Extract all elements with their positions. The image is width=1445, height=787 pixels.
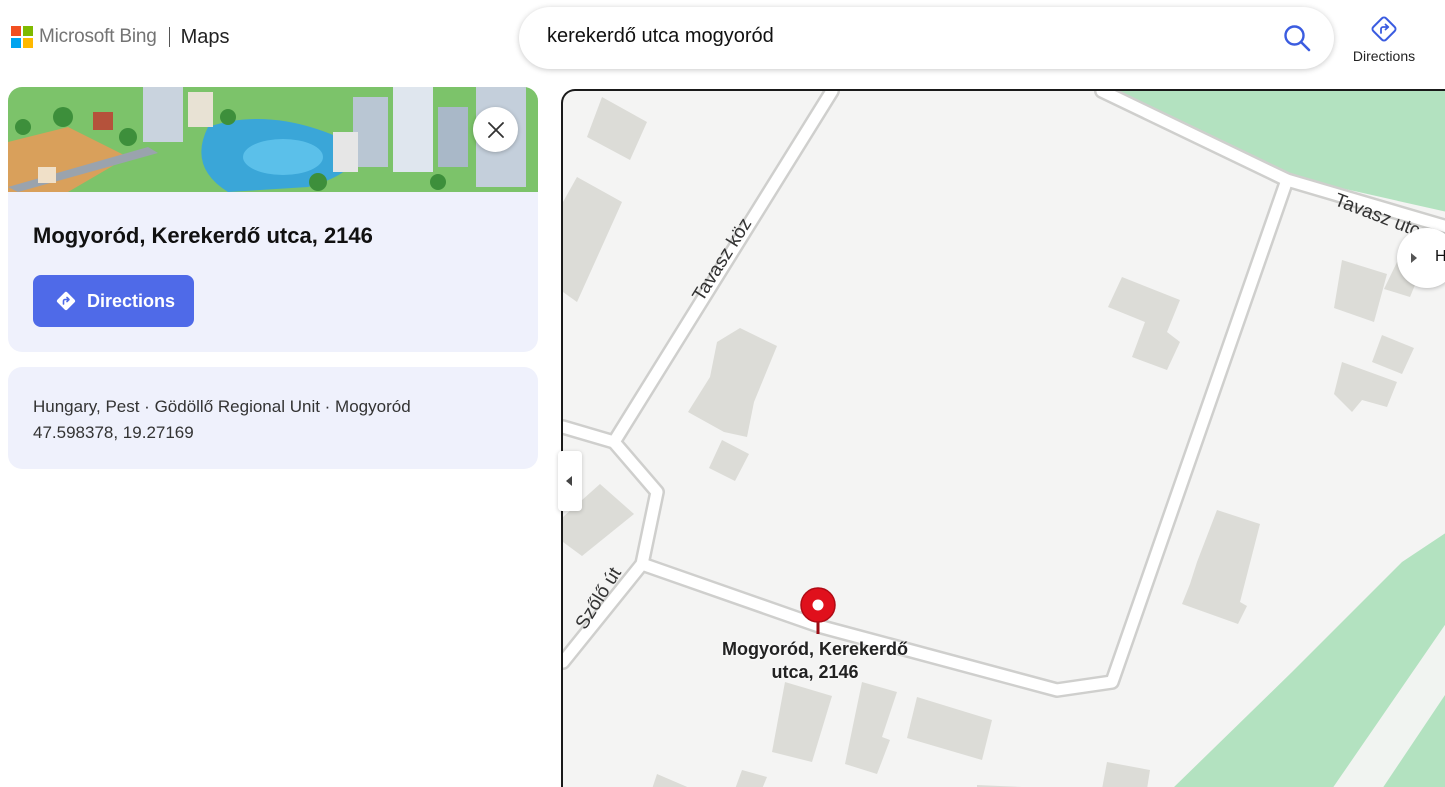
search-icon [1284,25,1311,52]
pin-label-line2: utca, 2146 [771,662,859,682]
place-title: Mogyoród, Kerekerdő utca, 2146 [33,223,373,248]
search-input[interactable] [547,25,1247,48]
collapse-panel-button[interactable] [558,451,582,511]
brand-divider [168,27,170,47]
close-icon [487,121,504,138]
product-name: Maps [180,25,230,48]
pin-label-line1: Mogyoród, Kerekerdő [721,639,909,659]
bing-maps-brand[interactable]: Microsoft Bing Maps [11,25,229,49]
directions-button-label: Directions [87,290,176,311]
chevron-right-icon [1411,253,1417,263]
search-box [519,7,1334,69]
map-tiles [563,91,1445,787]
address-line: Hungary, Pest · Gödöllő Regional Unit · … [33,397,411,416]
microsoft-logo-icon [11,26,33,48]
directions-button[interactable]: Directions [33,275,194,327]
chevron-left-icon [566,476,572,486]
search-button[interactable] [1282,23,1312,53]
close-card-button[interactable] [473,107,518,152]
header-directions-button[interactable]: Directions [1350,14,1418,68]
map-canvas[interactable]: Tavasz köz Tavasz utca Szőlő út [561,89,1445,787]
brand-name: Microsoft Bing [39,26,157,47]
side-tab-label: H [1435,248,1445,265]
pin-label: Mogyoród, Kerekerdő utca, 2146 [700,638,930,684]
place-info-card: Hungary, Pest · Gödöllő Regional Unit · … [8,367,538,469]
place-card: Mogyoród, Kerekerdő utca, 2146 Direction… [8,87,538,352]
coordinates[interactable]: 47.598378, 19.27169 [33,423,194,443]
place-hero-illustration [8,87,538,192]
directions-icon [1371,16,1397,42]
directions-icon [56,291,76,311]
header-directions-label: Directions [1352,48,1416,64]
